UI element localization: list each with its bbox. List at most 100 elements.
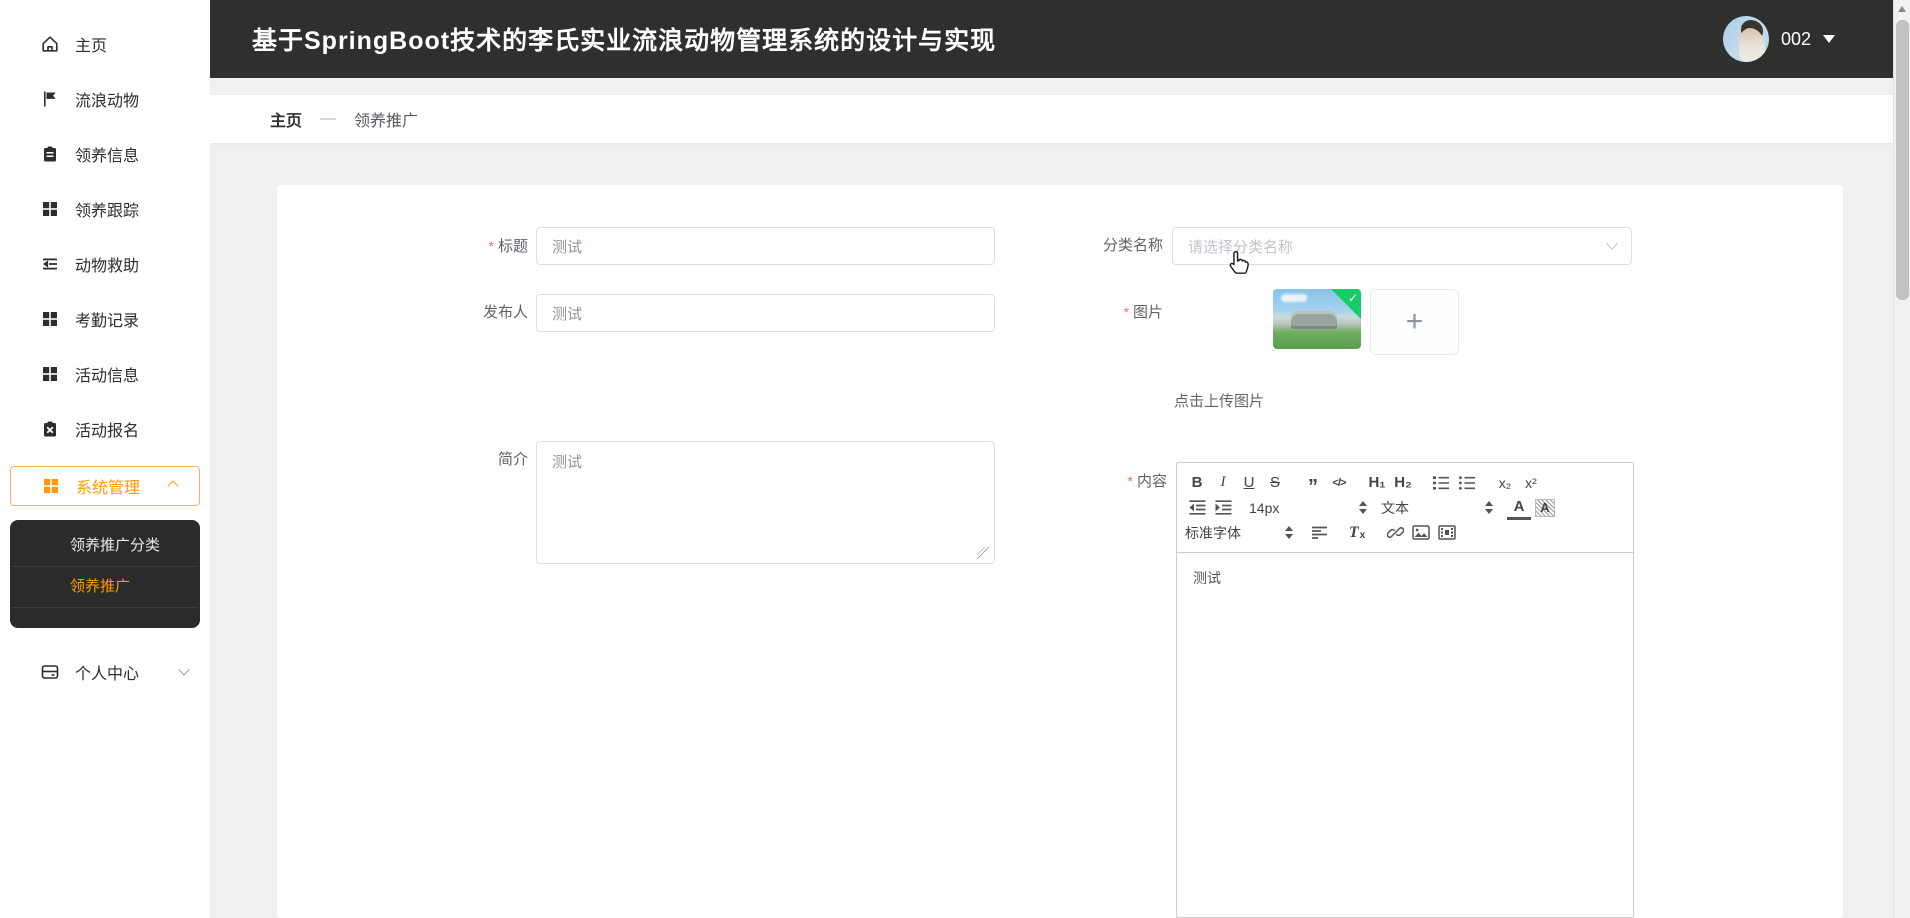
breadcrumb-home[interactable]: 主页 bbox=[270, 107, 302, 131]
sidebar-item-home[interactable]: 主页 bbox=[0, 16, 210, 71]
required-asterisk: * bbox=[1124, 304, 1129, 320]
user-name: 002 bbox=[1781, 29, 1811, 50]
clipboard-x-icon bbox=[40, 419, 60, 439]
sidebar-item-adoption-info[interactable]: 领养信息 bbox=[0, 126, 210, 181]
font-size-value: 14px bbox=[1249, 500, 1279, 516]
sidebar-item-label: 考勤记录 bbox=[75, 307, 139, 331]
italic-button[interactable]: I bbox=[1211, 471, 1235, 495]
sidebar-item-stray-animals[interactable]: 流浪动物 bbox=[0, 71, 210, 126]
sidebar-item-adoption-tracking[interactable]: 领养跟踪 bbox=[0, 181, 210, 236]
sidebar-item-label: 活动报名 bbox=[75, 417, 139, 441]
indent-increase-icon bbox=[1214, 500, 1233, 515]
sidebar-item-label: 领养信息 bbox=[75, 142, 139, 166]
font-size-picker[interactable]: 14px bbox=[1249, 500, 1367, 516]
header-picker[interactable]: 文本 bbox=[1381, 498, 1493, 518]
bullet-list-button[interactable] bbox=[1455, 471, 1479, 495]
text-color-button[interactable]: A bbox=[1507, 496, 1531, 520]
required-asterisk: * bbox=[1128, 473, 1133, 489]
strikethrough-button[interactable]: S bbox=[1263, 471, 1287, 495]
clean-format-button[interactable]: Tx bbox=[1345, 521, 1369, 545]
superscript-button[interactable]: x² bbox=[1519, 471, 1543, 495]
bold-button[interactable]: B bbox=[1185, 471, 1209, 495]
user-avatar[interactable] bbox=[1723, 16, 1769, 62]
sidebar-item-activity-signup[interactable]: 活动报名 bbox=[0, 401, 210, 456]
ordered-list-button[interactable] bbox=[1429, 471, 1453, 495]
link-icon bbox=[1387, 524, 1404, 541]
align-button[interactable] bbox=[1307, 521, 1331, 545]
insert-image-button[interactable] bbox=[1409, 521, 1433, 545]
editor-text: 测试 bbox=[1193, 570, 1221, 586]
grid-icon bbox=[41, 476, 61, 496]
app-title: 基于SpringBoot技术的李氏实业流浪动物管理系统的设计与实现 bbox=[252, 21, 996, 57]
title-input[interactable] bbox=[536, 227, 995, 265]
user-dropdown-caret-icon bbox=[1823, 35, 1835, 43]
editor-toolbar: B I U S ” </> H₁ H₂ x₂ x² bbox=[1177, 463, 1633, 553]
ordered-list-icon bbox=[1432, 475, 1450, 491]
top-bar: 基于SpringBoot技术的李氏实业流浪动物管理系统的设计与实现 002 bbox=[210, 0, 1893, 78]
sidebar-item-personal-center[interactable]: 个人中心 bbox=[0, 644, 210, 699]
check-icon: ✓ bbox=[1348, 291, 1358, 305]
sidebar-item-activity-info[interactable]: 活动信息 bbox=[0, 346, 210, 401]
form-card: *标题 发布人 简介 测试 分类名称 请选择分类名称 *图片 ✓ + 点击上传图… bbox=[277, 185, 1843, 918]
sidebar-item-attendance[interactable]: 考勤记录 bbox=[0, 291, 210, 346]
upload-add-button[interactable]: + bbox=[1370, 289, 1459, 355]
grid-icon bbox=[40, 364, 60, 384]
system-management-submenu: 领养推广分类 领养推广 bbox=[10, 520, 200, 628]
intro-textarea[interactable]: 测试 bbox=[536, 441, 995, 564]
sidebar-item-animal-rescue[interactable]: 动物救助 bbox=[0, 236, 210, 291]
font-family-value: 标准字体 bbox=[1185, 523, 1241, 543]
required-asterisk: * bbox=[489, 238, 494, 254]
picker-arrows-icon bbox=[1485, 501, 1493, 514]
submenu-item-adoption-promo-category[interactable]: 领养推广分类 bbox=[10, 526, 200, 566]
card-icon bbox=[40, 662, 60, 682]
indent-button[interactable] bbox=[1211, 496, 1235, 520]
uploaded-image-thumbnail[interactable]: ✓ bbox=[1273, 289, 1361, 349]
sidebar: 主页 流浪动物 领养信息 领养跟踪 动物救助 考勤记录 活动信息 活动报名 系统… bbox=[0, 0, 210, 918]
video-icon bbox=[1438, 525, 1456, 540]
sidebar-item-label: 流浪动物 bbox=[75, 87, 139, 111]
blockquote-button[interactable]: ” bbox=[1301, 471, 1325, 495]
header-1-button[interactable]: H₁ bbox=[1365, 471, 1389, 495]
header-picker-value: 文本 bbox=[1381, 498, 1409, 518]
image-label: *图片 bbox=[1033, 293, 1163, 331]
category-select[interactable]: 请选择分类名称 bbox=[1172, 227, 1632, 265]
thumbnail-cloud bbox=[1281, 294, 1307, 302]
breadcrumb: 主页 — 领养推广 bbox=[210, 95, 1893, 143]
user-menu[interactable]: 002 bbox=[1723, 16, 1835, 62]
image-icon bbox=[1412, 525, 1430, 540]
editor-content-area[interactable]: 测试 bbox=[1177, 553, 1633, 603]
chevron-down-icon bbox=[178, 664, 189, 675]
page-scrollbar[interactable] bbox=[1893, 0, 1910, 918]
align-icon bbox=[1311, 526, 1328, 540]
sidebar-item-label: 主页 bbox=[75, 32, 107, 56]
grid-icon bbox=[40, 199, 60, 219]
sidebar-item-label: 活动信息 bbox=[75, 362, 139, 386]
link-button[interactable] bbox=[1383, 521, 1407, 545]
font-family-picker[interactable]: 标准字体 bbox=[1185, 523, 1293, 543]
underline-button[interactable]: U bbox=[1237, 471, 1261, 495]
title-label: *标题 bbox=[398, 227, 528, 265]
sidebar-item-label: 动物救助 bbox=[75, 252, 139, 276]
content-label: *内容 bbox=[1037, 462, 1167, 500]
upload-hint-text: 点击上传图片 bbox=[1174, 390, 1264, 411]
publisher-input[interactable] bbox=[536, 294, 995, 332]
picker-arrows-icon bbox=[1359, 501, 1367, 514]
insert-video-button[interactable] bbox=[1435, 521, 1459, 545]
subscript-button[interactable]: x₂ bbox=[1493, 471, 1517, 495]
submenu-item-adoption-promo[interactable]: 领养推广 bbox=[10, 567, 200, 607]
header-2-button[interactable]: H₂ bbox=[1391, 471, 1415, 495]
list-back-icon bbox=[40, 254, 60, 274]
sidebar-item-label: 系统管理 bbox=[76, 474, 140, 498]
background-color-icon: A bbox=[1535, 499, 1555, 517]
category-select-placeholder: 请选择分类名称 bbox=[1188, 236, 1293, 257]
code-block-button[interactable]: </> bbox=[1327, 471, 1351, 495]
sidebar-item-system-management[interactable]: 系统管理 bbox=[10, 466, 200, 506]
plus-icon: + bbox=[1406, 305, 1424, 339]
sidebar-item-label: 领养跟踪 bbox=[75, 197, 139, 221]
scrollbar-up-arrow[interactable] bbox=[1898, 6, 1906, 12]
scrollbar-thumb[interactable] bbox=[1896, 20, 1909, 300]
outdent-button[interactable] bbox=[1185, 496, 1209, 520]
clipboard-icon bbox=[40, 144, 60, 164]
rich-text-editor: B I U S ” </> H₁ H₂ x₂ x² bbox=[1176, 462, 1634, 918]
background-color-button[interactable]: A bbox=[1533, 496, 1557, 520]
